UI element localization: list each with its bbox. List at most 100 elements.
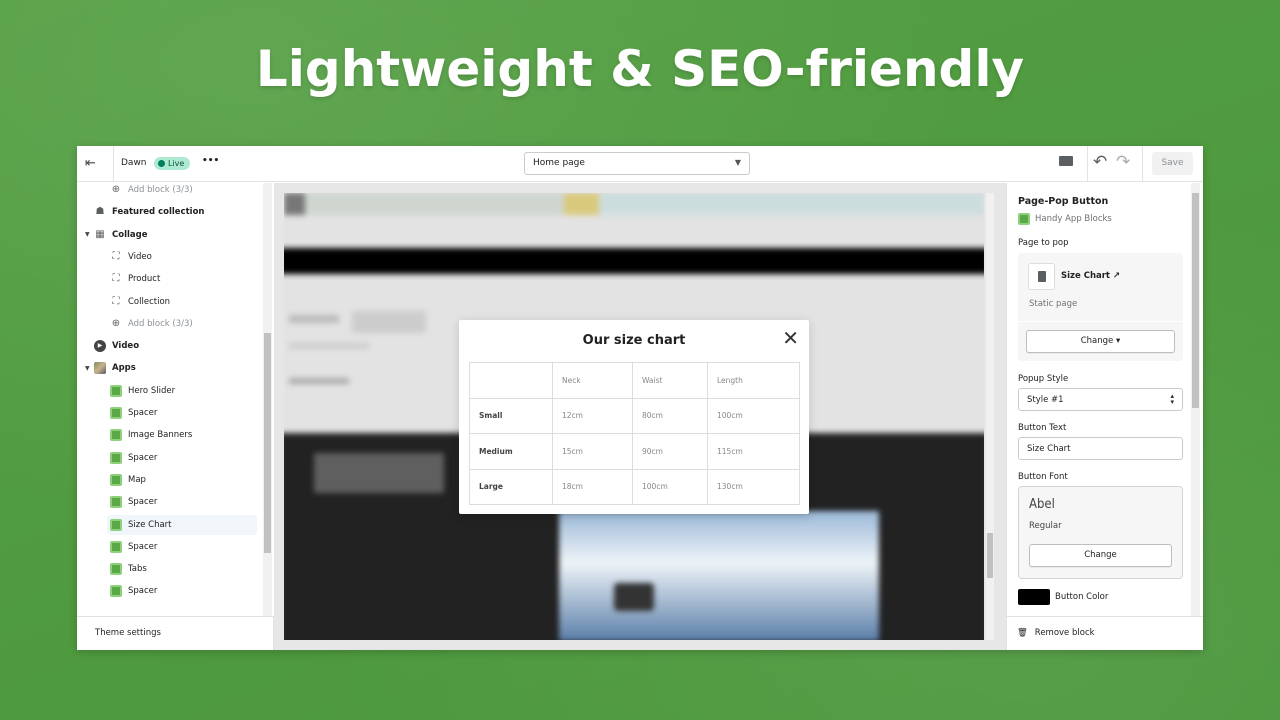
- table-header: Waist: [632, 362, 708, 399]
- app-source: Handy App Blocks: [1018, 213, 1112, 225]
- theme-editor-window: ⇤ Dawn Live ••• Home page ▼ ↶ ↷ Save ⊕ Add…: [77, 146, 1203, 650]
- app-block-icon: [110, 585, 122, 598]
- sidebar-item[interactable]: Spacer: [77, 537, 257, 557]
- table-header-row: Neck Waist Length: [469, 362, 800, 399]
- button-text-label: Button Text: [1018, 423, 1067, 433]
- live-badge: Live: [154, 157, 191, 170]
- app-block-icon: [110, 540, 122, 553]
- redo-icon[interactable]: ↷: [1116, 152, 1130, 172]
- sidebar-item-label: Collage: [112, 229, 148, 240]
- row-label: Small: [469, 397, 553, 434]
- change-font-button[interactable]: Change: [1029, 544, 1172, 567]
- button-text-input[interactable]: Size Chart: [1018, 437, 1183, 460]
- top-bar: ⇤ Dawn Live ••• Home page ▼ ↶ ↷ Save: [77, 146, 1203, 182]
- page-name-link[interactable]: Size Chart ↗: [1061, 271, 1120, 281]
- sidebar-item[interactable]: Spacer: [77, 403, 257, 423]
- app-block-icon: [110, 384, 122, 397]
- table-cell: 90cm: [632, 433, 708, 470]
- preview-area: Our size chart ✕ Neck Waist Length Small…: [274, 183, 1006, 650]
- save-button[interactable]: Save: [1152, 152, 1193, 175]
- expand-caret-icon[interactable]: ▼: [85, 365, 90, 372]
- block-icon: ⛶: [112, 250, 120, 262]
- close-icon[interactable]: ✕: [782, 328, 799, 348]
- block-icon: ⛶: [112, 273, 120, 285]
- size-chart-modal: Our size chart ✕ Neck Waist Length Small…: [459, 320, 809, 514]
- page-type: Static page: [1029, 299, 1078, 309]
- app-block-icon: [110, 451, 122, 464]
- font-style: Regular: [1029, 521, 1062, 531]
- panel-scrollbar[interactable]: [1191, 183, 1200, 616]
- table-row: Small 12cm 80cm 100cm: [469, 397, 800, 434]
- sidebar-item[interactable]: Spacer: [77, 492, 257, 512]
- sidebar-item-label: Video: [112, 341, 140, 352]
- app-block-icon: [110, 496, 122, 509]
- collage-icon: ▦: [95, 228, 105, 240]
- button-font-label: Button Font: [1018, 472, 1068, 482]
- sidebar-item-label: Spacer: [128, 541, 158, 552]
- sidebar-scrollbar[interactable]: [263, 183, 272, 616]
- sidebar-item[interactable]: Tabs: [77, 559, 257, 579]
- table-cell: 15cm: [552, 433, 633, 470]
- sidebar-item[interactable]: ▼ Apps: [77, 358, 257, 378]
- table-cell: 100cm: [707, 397, 800, 434]
- sidebar-item-label: Featured collection: [112, 207, 205, 218]
- page-icon: [1028, 263, 1055, 290]
- sidebar-item-label: Image Banners: [128, 430, 193, 441]
- font-picker-card: Abel Regular Change: [1018, 486, 1183, 579]
- sidebar-item[interactable]: Map: [77, 470, 257, 490]
- sidebar-item-label: Add block (3/3): [128, 185, 193, 195]
- sidebar-item[interactable]: ⛶ Collection: [77, 292, 257, 312]
- sidebar-item-label: Product: [128, 274, 161, 285]
- tag-icon: ☗: [95, 206, 105, 218]
- undo-icon[interactable]: ↶: [1093, 152, 1107, 172]
- sidebar-item[interactable]: Spacer: [77, 581, 257, 601]
- sidebar-item[interactable]: Hero Slider: [77, 381, 257, 401]
- sidebar-item-label: Spacer: [128, 497, 158, 508]
- sidebar-item-label: Map: [128, 474, 146, 485]
- sidebar-item[interactable]: Spacer: [77, 448, 257, 468]
- sidebar-item[interactable]: ⊕ Add block (3/3): [77, 314, 257, 334]
- headline: Lightweight & SEO-friendly: [255, 40, 1025, 98]
- sidebar-item[interactable]: ☗ Featured collection: [77, 202, 257, 222]
- remove-block-button[interactable]: 🗑 Remove block: [1006, 616, 1203, 650]
- sidebar-item-label: Apps: [112, 363, 136, 374]
- page-to-pop-label: Page to pop: [1018, 238, 1069, 248]
- change-page-button[interactable]: Change ▾: [1026, 330, 1175, 353]
- trash-icon: 🗑: [1017, 628, 1028, 638]
- exit-icon[interactable]: ⇤: [85, 156, 101, 172]
- table-header: [469, 362, 553, 399]
- popup-style-select[interactable]: Style #1 ▴ ▾: [1018, 388, 1183, 411]
- popup-style-label: Popup Style: [1018, 374, 1069, 384]
- expand-caret-icon[interactable]: ▼: [85, 231, 90, 238]
- sidebar-item-label: Spacer: [128, 408, 158, 418]
- sidebar-item[interactable]: ▼ ▦ Collage: [77, 225, 257, 245]
- table-cell: 12cm: [552, 397, 633, 434]
- sidebar-item-label: Video: [128, 251, 152, 262]
- sidebar-item[interactable]: Size Chart: [107, 514, 257, 535]
- page-picker-card: Size Chart ↗ Static page Change ▾: [1018, 253, 1183, 361]
- modal-title: Our size chart: [582, 333, 686, 348]
- font-name: Abel: [1029, 497, 1055, 512]
- sidebar-item-label: Spacer: [128, 452, 158, 463]
- sidebar-item[interactable]: ▶ Video: [77, 336, 257, 356]
- sidebar-item[interactable]: Image Banners: [77, 425, 257, 445]
- apps-icon: [94, 362, 106, 375]
- sidebar-item[interactable]: ⛶ Product: [77, 269, 257, 289]
- app-block-icon: [1018, 213, 1030, 225]
- app-block-icon: [110, 473, 122, 486]
- sidebar-item-label: Add block (3/3): [128, 318, 193, 329]
- button-color-swatch[interactable]: [1018, 589, 1050, 605]
- desktop-view-icon[interactable]: [1059, 156, 1073, 166]
- theme-settings-button[interactable]: Theme settings: [77, 616, 274, 650]
- sidebar-item[interactable]: ⊕ Add block (3/3): [77, 183, 257, 200]
- app-block-icon: [110, 407, 122, 419]
- preview-scrollbar[interactable]: [986, 193, 994, 640]
- page-select[interactable]: Home page ▼: [524, 152, 750, 175]
- plus-circle-icon: ⊕: [111, 317, 121, 329]
- table-cell: 130cm: [707, 468, 800, 505]
- more-actions-button[interactable]: •••: [202, 156, 219, 166]
- size-chart-table: Neck Waist Length Small 12cm 80cm 100cm Med…: [469, 362, 800, 505]
- table-header: Length: [707, 362, 800, 399]
- app-block-icon: [110, 429, 122, 442]
- sidebar-item[interactable]: ⛶ Video: [77, 247, 257, 267]
